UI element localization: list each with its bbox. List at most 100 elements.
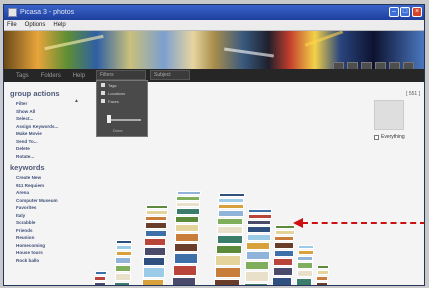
- photo-thumbnail[interactable]: [245, 260, 270, 271]
- group-action-link[interactable]: Show All: [10, 108, 90, 116]
- photo-thumbnail[interactable]: [247, 209, 272, 213]
- menu-options[interactable]: Options: [25, 22, 46, 28]
- photo-thumbnail[interactable]: [115, 264, 131, 272]
- photo-thumbnail[interactable]: [246, 226, 271, 233]
- photo-thumbnail[interactable]: [116, 240, 133, 244]
- photo-thumbnail[interactable]: [176, 196, 201, 201]
- group-action-link[interactable]: Send To...: [10, 138, 90, 146]
- photo-thumbnail[interactable]: [174, 242, 199, 253]
- size-slider-handle[interactable]: [107, 115, 111, 123]
- photo-thumbnail[interactable]: [218, 198, 245, 203]
- photo-thumbnail[interactable]: [114, 273, 131, 281]
- photo-thumbnail[interactable]: [274, 235, 295, 242]
- photo-thumbnail[interactable]: [173, 264, 197, 276]
- photo-thumbnail[interactable]: [146, 205, 168, 209]
- photo-thumbnail[interactable]: [247, 219, 272, 226]
- photo-thumbnail[interactable]: [217, 217, 244, 225]
- photo-thumbnail[interactable]: [273, 258, 294, 266]
- close-button[interactable]: ×: [412, 7, 422, 17]
- photo-thumbnail[interactable]: [218, 193, 245, 197]
- checkbox[interactable]: [101, 91, 105, 95]
- photo-thumbnail[interactable]: [275, 225, 295, 229]
- photo-thumbnail[interactable]: [216, 235, 243, 244]
- photo-thumbnail[interactable]: [176, 191, 201, 195]
- photo-thumbnail[interactable]: [244, 271, 269, 282]
- photo-thumbnail[interactable]: [175, 224, 200, 232]
- photo-thumbnail[interactable]: [142, 278, 165, 285]
- sort-select[interactable]: Subject: [150, 70, 190, 80]
- photo-thumbnail[interactable]: [214, 279, 241, 285]
- photo-thumbnail[interactable]: [173, 253, 198, 264]
- dropdown-option[interactable]: Locations: [97, 89, 147, 97]
- photo-thumbnail[interactable]: [274, 230, 295, 235]
- group-action-link[interactable]: Assign Keywords...: [10, 123, 90, 131]
- photo-thumbnail[interactable]: [298, 245, 314, 249]
- group-action-link[interactable]: Make Movie: [10, 130, 90, 138]
- group-action-link[interactable]: Rotate...: [10, 153, 90, 161]
- group-action-link[interactable]: Select...: [10, 115, 90, 123]
- photo-thumbnail[interactable]: [297, 262, 314, 269]
- photo-thumbnail[interactable]: [274, 242, 295, 249]
- photo-thumbnail[interactable]: [142, 267, 165, 278]
- preview-thumbnail[interactable]: [374, 100, 404, 130]
- photo-thumbnail[interactable]: [145, 210, 168, 215]
- photo-thumbnail[interactable]: [143, 256, 166, 267]
- photo-thumbnail[interactable]: [143, 247, 166, 256]
- group-action-link[interactable]: Delete: [10, 145, 90, 153]
- photo-thumbnail[interactable]: [316, 282, 329, 285]
- menu-file[interactable]: File: [7, 22, 17, 28]
- photo-thumbnail[interactable]: [175, 215, 200, 223]
- menu-help[interactable]: Help: [53, 22, 65, 28]
- photo-thumbnail[interactable]: [145, 215, 168, 222]
- photo-thumbnail[interactable]: [216, 226, 243, 234]
- tab-folders[interactable]: Folders: [41, 73, 61, 79]
- photo-thumbnail[interactable]: [246, 233, 271, 241]
- keyword-link[interactable]: Italy: [10, 212, 90, 220]
- tab-help[interactable]: Help: [73, 73, 85, 79]
- photo-thumbnail[interactable]: [144, 229, 167, 237]
- keyword-link[interactable]: Homecoming: [10, 242, 90, 250]
- photo-thumbnail[interactable]: [247, 214, 272, 219]
- photo-thumbnail[interactable]: [317, 265, 329, 269]
- photo-thumbnail[interactable]: [316, 270, 329, 275]
- photo-thumbnail[interactable]: [217, 210, 244, 217]
- photo-thumbnail[interactable]: [116, 245, 132, 250]
- photo-thumbnail[interactable]: [297, 250, 314, 255]
- photo-thumbnail[interactable]: [144, 238, 167, 246]
- keyword-link[interactable]: Arena: [10, 189, 90, 197]
- photo-thumbnail[interactable]: [297, 255, 314, 262]
- maximize-button[interactable]: □: [400, 7, 410, 17]
- photo-thumbnail[interactable]: [215, 255, 242, 266]
- photo-thumbnail[interactable]: [296, 278, 313, 285]
- collapse-caret-icon[interactable]: ▲: [74, 98, 79, 104]
- dropdown-option[interactable]: Faces: [97, 97, 147, 105]
- photo-thumbnail[interactable]: [175, 208, 200, 215]
- photo-thumbnail[interactable]: [272, 276, 293, 285]
- keyword-link[interactable]: Computer Museum: [10, 197, 90, 205]
- photo-thumbnail[interactable]: [115, 250, 132, 257]
- keyword-link[interactable]: Reunion: [10, 234, 90, 242]
- photo-thumbnail[interactable]: [316, 275, 329, 282]
- filter-select[interactable]: Filters: [96, 70, 146, 80]
- photo-thumbnail[interactable]: [296, 269, 313, 277]
- keyword-link[interactable]: House tours: [10, 249, 90, 257]
- dropdown-done-button[interactable]: Done: [113, 128, 123, 133]
- photo-thumbnail[interactable]: [272, 267, 293, 276]
- photo-thumbnail[interactable]: [246, 242, 271, 250]
- photo-thumbnail[interactable]: [218, 203, 245, 210]
- dropdown-option[interactable]: Tags: [97, 81, 147, 89]
- photo-thumbnail[interactable]: [176, 201, 201, 208]
- checkbox[interactable]: [101, 83, 105, 87]
- keyword-link[interactable]: Rock ballo: [10, 257, 90, 265]
- size-slider-track[interactable]: [107, 119, 141, 121]
- photo-thumbnail[interactable]: [94, 281, 107, 285]
- tab-tags[interactable]: Tags: [16, 73, 29, 79]
- keyword-link[interactable]: 911 Requiem: [10, 182, 90, 190]
- photo-thumbnail[interactable]: [245, 251, 270, 260]
- photo-thumbnail[interactable]: [214, 266, 241, 278]
- photo-thumbnail[interactable]: [244, 282, 269, 285]
- minimize-button[interactable]: –: [389, 7, 399, 17]
- everything-checkbox[interactable]: [374, 134, 379, 140]
- photo-thumbnail[interactable]: [172, 277, 197, 285]
- everything-toggle[interactable]: Everything: [374, 134, 420, 140]
